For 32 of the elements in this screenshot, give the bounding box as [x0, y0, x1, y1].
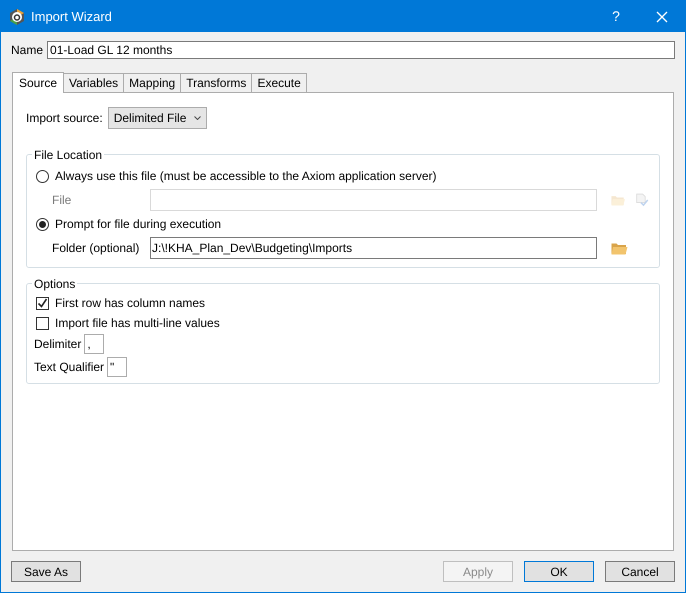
dialog-button[interactable]: Cancel [605, 561, 675, 582]
radio-button[interactable] [36, 170, 49, 182]
tab[interactable]: Execute [251, 73, 307, 92]
radio-label: Always use this file (must be accessible to the Axiom application server) [55, 168, 436, 185]
app-logo-icon [9, 8, 25, 24]
checkbox[interactable] [36, 316, 49, 330]
name-field[interactable]: 01-Load GL 12 months [47, 41, 675, 59]
chevron-down-icon [194, 116, 202, 120]
help-button[interactable]: ? [593, 1, 639, 32]
radio-button[interactable] [36, 218, 49, 230]
folder-icon[interactable] [611, 241, 628, 255]
radio-label: Prompt for file during execution [55, 216, 222, 233]
tab[interactable]: Mapping [123, 73, 182, 92]
name-label: Name [11, 42, 44, 59]
field-label: Text Qualifier [34, 359, 104, 376]
dialog-button[interactable]: OK [524, 561, 594, 582]
checkbox[interactable] [36, 296, 49, 310]
import-source-dropdown[interactable]: Delimited File [108, 107, 208, 129]
field-label: Delimiter [34, 336, 82, 353]
tab[interactable]: Source [12, 72, 64, 93]
close-icon [656, 10, 668, 22]
text-field[interactable]: " [107, 357, 128, 377]
import-source-label: Import source: [26, 110, 103, 127]
text-field[interactable]: , [84, 334, 104, 354]
field-label: Folder (optional) [52, 240, 140, 257]
dialog-button[interactable]: Save As [11, 561, 81, 582]
field-label: File [52, 192, 72, 209]
checkbox-label: First row has column names [55, 295, 206, 312]
window-title: Import Wizard [31, 8, 112, 26]
checkbox-label: Import file has multi-line values [55, 315, 220, 332]
folder-field[interactable]: J:\!KHA_Plan_Dev\Budgeting\Imports [150, 237, 597, 259]
folder-icon[interactable] [611, 193, 626, 207]
